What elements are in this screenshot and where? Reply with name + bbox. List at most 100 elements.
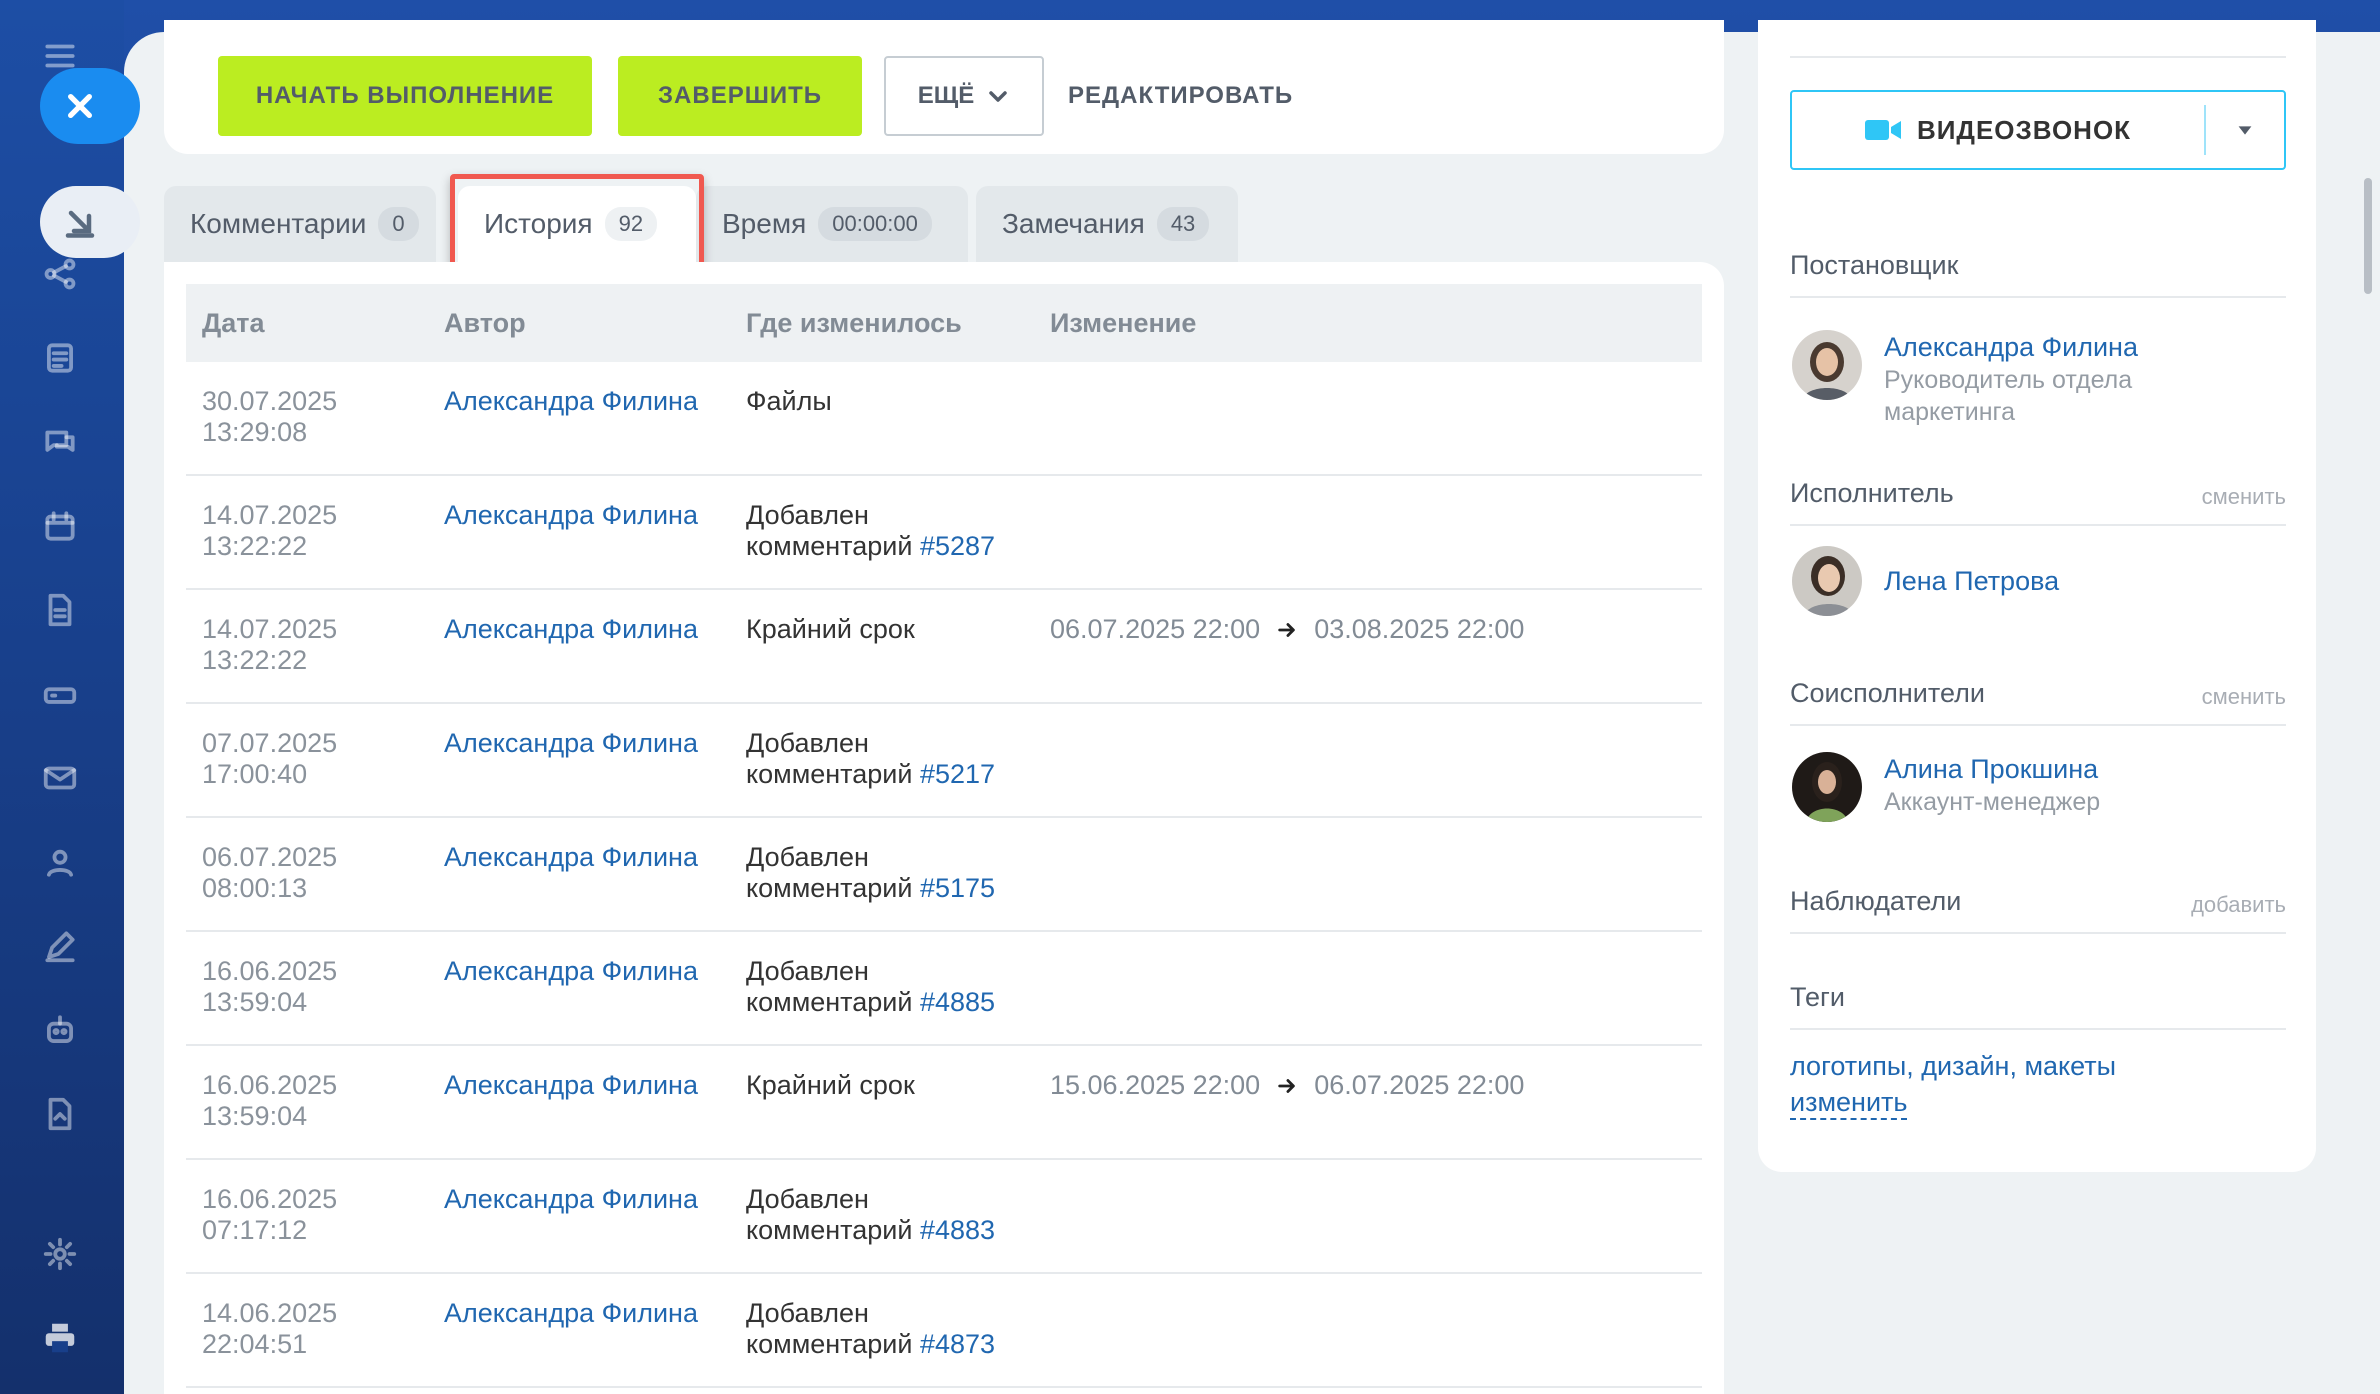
avatar	[1792, 330, 1862, 400]
date-cell: 06.07.2025 08:00:13	[202, 842, 402, 904]
coexecutor-person[interactable]: Алина Прокшина Аккаунт-менеджер	[1792, 752, 2100, 822]
table-row: 06.07.2025 08:00:13 Александра Филина Добав…	[186, 818, 1702, 932]
where-cell: Файлы	[746, 386, 1046, 417]
author-link[interactable]: Александра Филина	[444, 386, 698, 417]
file-icon[interactable]	[36, 586, 84, 634]
document-list-icon[interactable]	[36, 334, 84, 382]
coexecutor-name[interactable]: Алина Прокшина	[1884, 752, 2100, 786]
print-icon[interactable]	[36, 1314, 84, 1362]
video-call-main[interactable]: ВИДЕОЗВОНОК	[1792, 115, 2204, 146]
drive-icon[interactable]	[36, 670, 84, 718]
author-link[interactable]: Александра Филина	[444, 1070, 698, 1101]
comment-link[interactable]: #4885	[920, 987, 995, 1017]
change-assignee-link[interactable]: сменить	[2202, 478, 2286, 510]
creator-name[interactable]: Александра Филина	[1884, 330, 2138, 364]
old-value: 15.06.2025 22:00	[1050, 1070, 1261, 1100]
where-cell: Добавлен комментарий #5175	[746, 842, 1046, 904]
author-link[interactable]: Александра Филина	[444, 1298, 698, 1329]
add-observer-link[interactable]: добавить	[2191, 886, 2286, 918]
comment-link[interactable]: #4883	[920, 1215, 995, 1245]
author-link[interactable]: Александра Филина	[444, 1184, 698, 1215]
assignee-person[interactable]: Лена Петрова	[1792, 546, 2059, 616]
scrollbar[interactable]	[2364, 178, 2372, 294]
robot-icon[interactable]	[36, 1006, 84, 1054]
mail-icon[interactable]	[36, 754, 84, 802]
table-row: 16.06.2025 13:59:04 Александра Филина Крайн…	[186, 1046, 1702, 1160]
pen-icon[interactable]	[36, 922, 84, 970]
settings-icon[interactable]	[36, 1230, 84, 1278]
comment-link[interactable]: #4873	[920, 1329, 995, 1359]
author-link[interactable]: Александра Филина	[444, 614, 698, 645]
tags-block: логотипы, дизайн, макеты изменить	[1790, 1048, 2116, 1120]
where-cell: Крайний срок	[746, 1070, 1046, 1101]
time-value: 07:17:12	[202, 1215, 308, 1245]
tags-value[interactable]: логотипы, дизайн, макеты	[1790, 1048, 2116, 1084]
video-call-dropdown[interactable]	[2206, 119, 2284, 141]
section-label: Исполнитель	[1790, 478, 1954, 508]
edit-tags-link[interactable]: изменить	[1790, 1086, 1908, 1120]
creator-person[interactable]: Александра Филина Руководитель отдела ма…	[1792, 330, 2138, 428]
arrow-right-icon	[1278, 622, 1295, 637]
contacts-icon[interactable]	[36, 838, 84, 886]
date-cell: 14.06.2025 22:04:51	[202, 1298, 402, 1360]
time-value: 13:29:08	[202, 417, 308, 447]
author-link[interactable]: Александра Филина	[444, 956, 698, 987]
date-value: 30.07.2025	[202, 386, 338, 416]
comment-link[interactable]: #5287	[920, 531, 995, 561]
date-cell: 14.07.2025 13:22:22	[202, 614, 402, 676]
date-value: 07.07.2025	[202, 728, 338, 758]
creator-role: маркетинга	[1884, 398, 2015, 426]
where-line: комментарий #5217	[746, 759, 1046, 790]
table-row: 07.07.2025 17:00:40 Александра Филина Добав…	[186, 704, 1702, 818]
where-line: Файлы	[746, 386, 832, 416]
tab-count: 00:00:00	[818, 207, 932, 241]
video-call-button[interactable]: ВИДЕОЗВОНОК	[1790, 90, 2286, 170]
where-line: комментарий #5287	[746, 531, 1046, 562]
time-value: 17:00:40	[202, 759, 308, 789]
task-sidebar: ВИДЕОЗВОНОК Постановщик Александра Филин…	[1758, 20, 2316, 1172]
start-button[interactable]: НАЧАТЬ ВЫПОЛНЕНИЕ	[218, 56, 592, 136]
table-row: 14.07.2025 13:22:22 Александра Филина Добав…	[186, 476, 1702, 590]
author-link[interactable]: Александра Филина	[444, 842, 698, 873]
tab-comments[interactable]: Комментарии 0	[164, 186, 436, 262]
comment-link[interactable]: #5217	[920, 759, 995, 789]
finish-button[interactable]: ЗАВЕРШИТЬ	[618, 56, 862, 136]
tab-time[interactable]: Время 00:00:00	[696, 186, 968, 262]
time-value: 13:59:04	[202, 1101, 308, 1131]
calendar-icon[interactable]	[36, 502, 84, 550]
where-word: комментарий	[746, 1329, 913, 1359]
where-cell: Крайний срок	[746, 614, 1046, 645]
date-value: 16.06.2025	[202, 1070, 338, 1100]
sign-icon[interactable]	[36, 1090, 84, 1138]
chat-icon[interactable]	[36, 418, 84, 466]
new-value: 03.08.2025 22:00	[1314, 614, 1525, 644]
comment-link[interactable]: #5175	[920, 873, 995, 903]
where-line: Добавлен	[746, 1298, 869, 1328]
date-cell: 07.07.2025 17:00:40	[202, 728, 402, 790]
assignee-name[interactable]: Лена Петрова	[1884, 564, 2059, 598]
tab-label: Комментарии	[190, 208, 367, 239]
section-label: Наблюдатели	[1790, 886, 1962, 916]
where-line: Добавлен	[746, 842, 869, 872]
author-link[interactable]: Александра Филина	[444, 500, 698, 531]
section-label: Теги	[1790, 982, 1845, 1012]
chevron-down-icon	[989, 91, 1008, 102]
avatar	[1792, 752, 1862, 822]
edit-button[interactable]: РЕДАКТИРОВАТЬ	[1068, 56, 1293, 136]
more-button[interactable]: ЕЩЁ	[884, 56, 1044, 136]
tab-count: 43	[1156, 207, 1210, 241]
change-coexecutors-link[interactable]: сменить	[2202, 678, 2286, 710]
tab-remarks[interactable]: Замечания 43	[976, 186, 1238, 262]
video-call-label: ВИДЕОЗВОНОК	[1916, 114, 2132, 145]
date-value: 14.06.2025	[202, 1298, 338, 1328]
close-button[interactable]	[40, 68, 140, 144]
where-line: Добавлен	[746, 956, 869, 986]
new-value: 06.07.2025 22:00	[1314, 1070, 1525, 1100]
time-value: 13:59:04	[202, 987, 308, 1017]
table-header: Дата Автор Где изменилось Изменение	[186, 284, 1702, 362]
collapse-button[interactable]	[40, 186, 140, 258]
author-link[interactable]: Александра Филина	[444, 728, 698, 759]
history-table: Дата Автор Где изменилось Изменение 30.0…	[164, 262, 1724, 1394]
where-line: Крайний срок	[746, 1070, 915, 1100]
date-cell: 16.06.2025 13:59:04	[202, 956, 402, 1018]
